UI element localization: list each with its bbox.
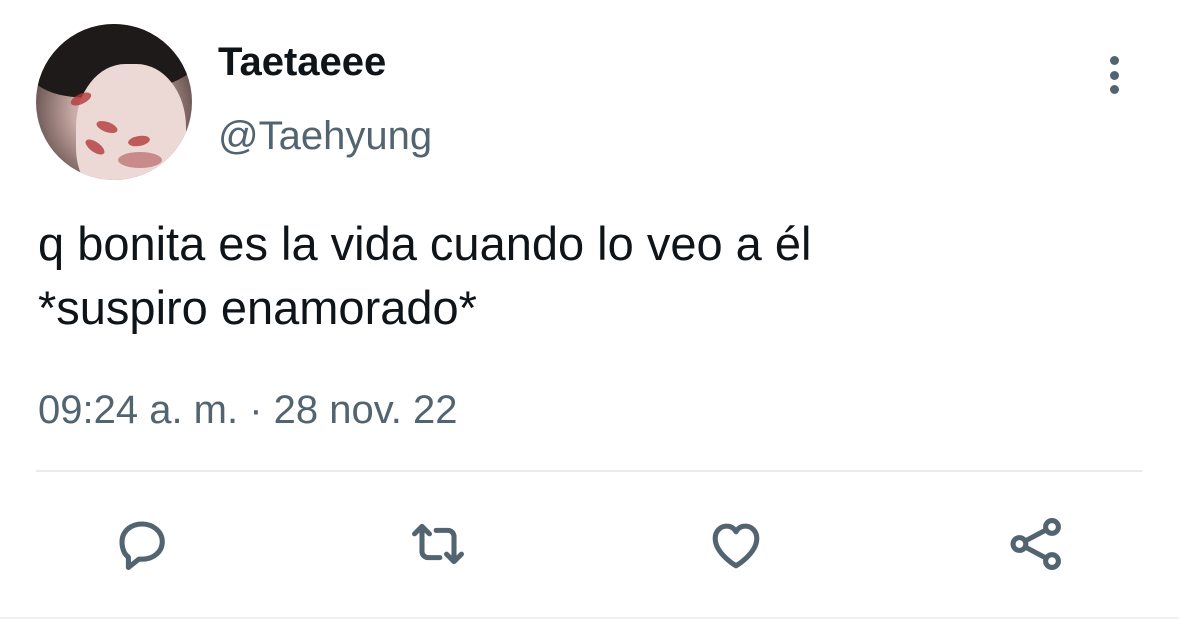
bottom-divider — [0, 617, 1179, 619]
retweet-arrows-icon — [412, 523, 465, 565]
tweet-card: Taetaeee @Taehyung q bonita es la vida c… — [0, 0, 1179, 636]
more-dot — [1109, 56, 1119, 65]
more-dot — [1109, 85, 1119, 94]
user-handle[interactable]: @Taehyung — [218, 112, 432, 160]
avatar-lips — [118, 152, 162, 168]
tweet-text-line: *suspiro enamorado* — [38, 281, 477, 334]
share-button[interactable] — [1000, 508, 1072, 580]
share-nodes-icon — [1010, 517, 1061, 571]
more-dot — [1109, 70, 1119, 80]
retweet-button[interactable] — [402, 508, 474, 580]
tweet-text-line: q bonita es la vida cuando lo veo a él — [38, 217, 812, 270]
heart-icon — [712, 523, 760, 569]
divider — [36, 470, 1142, 472]
reply-button[interactable] — [106, 508, 178, 580]
avatar[interactable] — [36, 24, 192, 180]
more-options-icon[interactable] — [1094, 50, 1134, 100]
display-name[interactable]: Taetaeee — [218, 38, 386, 86]
tweet-text: q bonita es la vida cuando lo veo a él *… — [38, 212, 1138, 340]
reply-bubble-icon — [119, 521, 165, 570]
tweet-timestamp[interactable]: 09:24 a. m. · 28 nov. 22 — [38, 386, 458, 434]
like-button[interactable] — [700, 508, 772, 580]
